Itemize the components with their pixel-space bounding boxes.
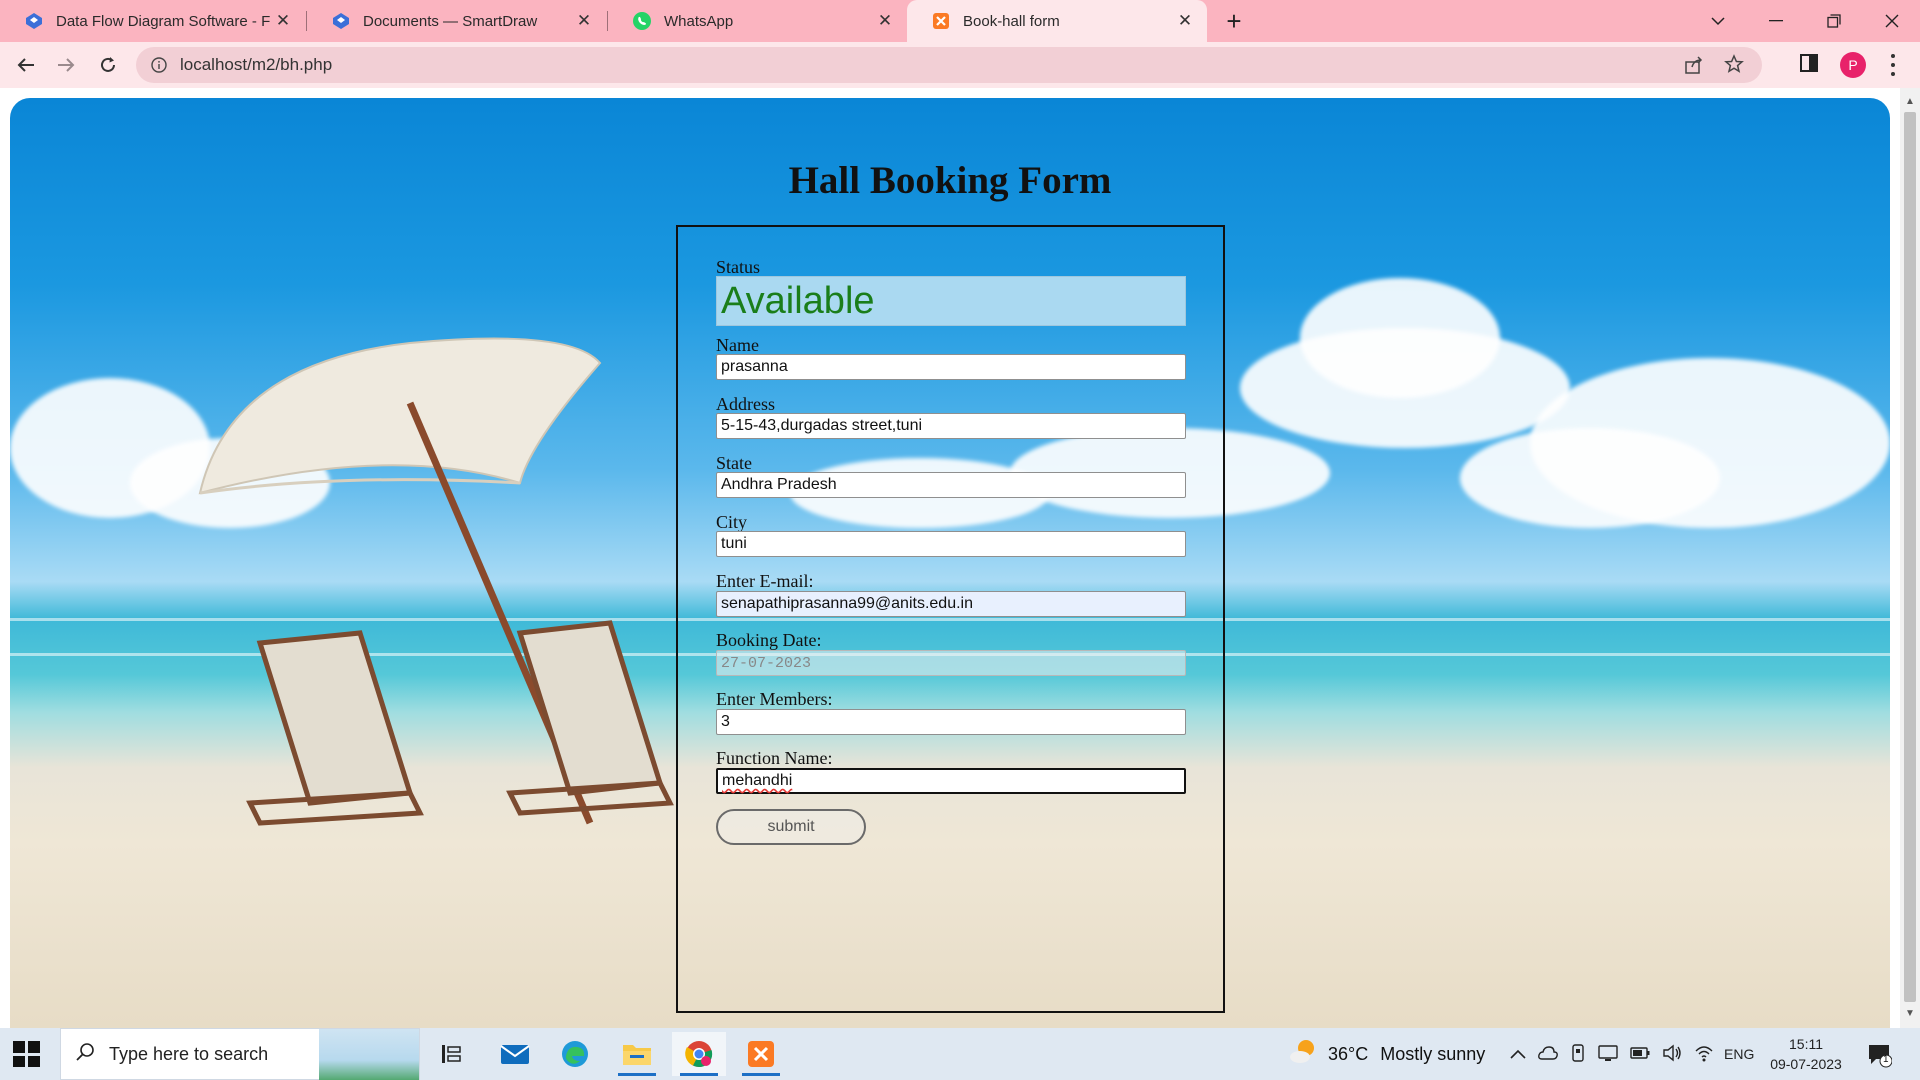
tab-whatsapp[interactable]: WhatsApp ✕ xyxy=(608,0,907,42)
state-label: State xyxy=(716,453,752,473)
back-button[interactable] xyxy=(10,49,42,81)
tab-strip: Data Flow Diagram Software - Fr ✕ Docume… xyxy=(0,0,1920,42)
scroll-thumb[interactable] xyxy=(1904,112,1916,1002)
volume-icon[interactable] xyxy=(1662,1044,1682,1065)
xampp-icon xyxy=(931,11,951,31)
function-name-value: mehandhi xyxy=(722,772,793,789)
tab-documents-smartdraw[interactable]: Documents — SmartDraw ✕ xyxy=(307,0,606,42)
city-input[interactable]: tuni xyxy=(716,531,1186,557)
search-icon xyxy=(75,1042,95,1067)
cloud xyxy=(1460,428,1720,528)
windows-start-button[interactable] xyxy=(12,1040,40,1068)
close-icon[interactable]: ✕ xyxy=(572,9,596,33)
weather-condition: Mostly sunny xyxy=(1380,1043,1486,1064)
page-background: Hall Booking Form Status Available Name … xyxy=(10,98,1890,1028)
scroll-up-icon[interactable]: ▲ xyxy=(1905,96,1915,107)
minimize-button[interactable] xyxy=(1748,0,1804,42)
profile-avatar[interactable]: P xyxy=(1840,52,1866,78)
status-label: Status xyxy=(716,257,761,277)
cloud xyxy=(1300,278,1500,398)
members-input[interactable]: 3 xyxy=(716,709,1186,735)
function-name-label: Function Name: xyxy=(716,748,833,768)
close-icon[interactable]: ✕ xyxy=(1173,9,1197,33)
windows-taskbar: Type here to search 36°C Mostly sunny EN… xyxy=(0,1028,1920,1080)
clock-date: 09-07-2023 xyxy=(1770,1056,1842,1072)
close-icon[interactable]: ✕ xyxy=(271,9,295,33)
tab-title: WhatsApp xyxy=(664,12,734,30)
more-menu-icon[interactable] xyxy=(1888,52,1898,78)
smartdraw-icon xyxy=(24,11,44,31)
browser-toolbar: localhost/m2/bh.php P xyxy=(0,42,1920,88)
notification-icon[interactable]: 1 xyxy=(1866,1042,1893,1073)
booking-date-label: Booking Date: xyxy=(716,630,822,650)
task-view-icon[interactable] xyxy=(424,1032,478,1076)
edge-icon[interactable] xyxy=(548,1032,602,1076)
xampp-taskbar-icon[interactable] xyxy=(734,1032,788,1076)
system-clock[interactable]: 15:11 09-07-2023 xyxy=(1768,1034,1844,1074)
url-text[interactable]: localhost/m2/bh.php xyxy=(180,55,332,75)
search-highlight-image xyxy=(319,1029,419,1080)
chrome-icon[interactable] xyxy=(672,1032,726,1076)
forward-button[interactable] xyxy=(50,49,82,81)
tab-book-hall-form[interactable]: Book-hall form ✕ xyxy=(907,0,1207,42)
search-placeholder: Type here to search xyxy=(109,1043,269,1064)
bookmark-star-icon[interactable] xyxy=(1724,54,1744,79)
tab-title: Documents — SmartDraw xyxy=(363,12,538,30)
notification-count: 1 xyxy=(1883,1054,1889,1065)
sun-cloud-icon xyxy=(1288,1037,1318,1072)
language-indicator[interactable]: ENG xyxy=(1724,1046,1754,1062)
system-tray xyxy=(1510,1028,1714,1080)
email-label: Enter E-mail: xyxy=(716,571,814,591)
close-window-button[interactable] xyxy=(1864,0,1920,42)
tab-search-chevron-icon[interactable] xyxy=(1690,0,1746,42)
booking-date-input[interactable]: 27-07-2023 xyxy=(716,650,1186,676)
address-bar[interactable]: localhost/m2/bh.php xyxy=(136,47,1762,83)
display-icon[interactable] xyxy=(1598,1044,1618,1065)
side-panel-icon[interactable] xyxy=(1798,52,1820,79)
status-display: Available xyxy=(716,276,1186,326)
tab-title: Data Flow Diagram Software - Fr xyxy=(56,12,271,30)
page-title: Hall Booking Form xyxy=(788,159,1112,202)
close-icon[interactable]: ✕ xyxy=(873,9,897,33)
whatsapp-icon xyxy=(632,11,652,31)
weather-widget[interactable]: 36°C Mostly sunny xyxy=(1288,1028,1485,1080)
mail-icon[interactable] xyxy=(488,1032,542,1076)
members-label: Enter Members: xyxy=(716,689,833,709)
device-icon[interactable] xyxy=(1570,1043,1586,1065)
wifi-icon[interactable] xyxy=(1694,1044,1714,1065)
weather-temperature: 36°C xyxy=(1328,1043,1369,1064)
info-icon[interactable] xyxy=(150,56,168,74)
name-label: Name xyxy=(716,335,759,355)
address-input[interactable]: 5-15-43,durgadas street,tuni xyxy=(716,413,1186,439)
scroll-down-icon[interactable]: ▼ xyxy=(1905,1008,1915,1019)
smartdraw-icon xyxy=(331,11,351,31)
page-viewport: Hall Booking Form Status Available Name … xyxy=(0,88,1920,1028)
new-tab-button[interactable]: + xyxy=(1219,6,1249,36)
restore-button[interactable] xyxy=(1806,0,1862,42)
email-input[interactable]: senapathiprasanna99@anits.edu.in xyxy=(716,591,1186,617)
clock-time: 15:11 xyxy=(1789,1036,1823,1052)
submit-button[interactable]: submit xyxy=(716,809,866,845)
taskbar-search[interactable]: Type here to search xyxy=(60,1028,420,1080)
share-icon[interactable] xyxy=(1684,55,1704,80)
battery-icon[interactable] xyxy=(1630,1046,1650,1062)
chevron-up-icon[interactable] xyxy=(1510,1046,1526,1062)
tab-data-flow[interactable]: Data Flow Diagram Software - Fr ✕ xyxy=(0,0,305,42)
address-label: Address xyxy=(716,394,775,414)
name-input[interactable]: prasanna xyxy=(716,354,1186,380)
state-input[interactable]: Andhra Pradesh xyxy=(716,472,1186,498)
cloud-sync-icon[interactable] xyxy=(1538,1045,1558,1063)
reload-button[interactable] xyxy=(92,49,124,81)
file-explorer-icon[interactable] xyxy=(610,1032,664,1076)
city-label: City xyxy=(716,512,748,532)
booking-form: Status Available Name prasanna Address 5… xyxy=(676,225,1225,1013)
tab-title: Book-hall form xyxy=(963,12,1060,30)
function-name-input[interactable]: mehandhi xyxy=(716,768,1186,794)
